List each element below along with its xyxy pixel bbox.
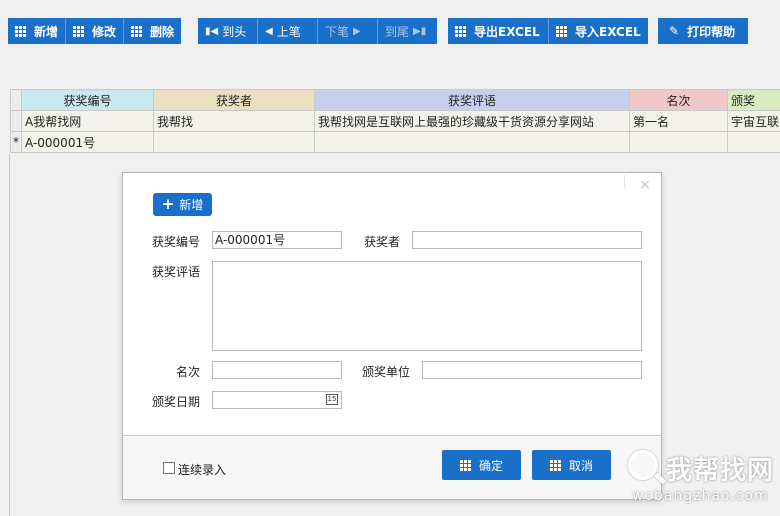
table-row[interactable]: * A-000001号 xyxy=(10,131,780,153)
import-excel-label: 导入EXCEL xyxy=(575,24,641,39)
grid-left-border xyxy=(9,154,10,516)
dialog-add-label: 新增 xyxy=(179,198,204,212)
calendar-icon[interactable]: 15 xyxy=(326,394,338,405)
export-excel-label: 导出EXCEL xyxy=(474,24,540,39)
table-cell[interactable]: A-000001号 xyxy=(21,131,154,153)
column-header-rank[interactable]: 名次 xyxy=(629,89,728,111)
grid-icon xyxy=(549,459,561,471)
winner-label: 获奖者 xyxy=(364,235,401,249)
first-record-button[interactable]: ▮◀ 到头 xyxy=(198,18,258,44)
confirm-label: 确定 xyxy=(478,458,503,473)
edit-button-label: 修改 xyxy=(92,24,117,39)
add-button-label: 新增 xyxy=(34,24,59,39)
next-record-button[interactable]: 下笔 ▶ xyxy=(318,18,378,44)
row-header-corner xyxy=(10,89,22,111)
row-marker xyxy=(10,110,22,132)
edit-dialog: × + 新增 获奖编号 A-000001号 获奖者 获奖评语 名次 颁奖单位 颁… xyxy=(122,172,662,500)
prev-record-label: 上笔 xyxy=(276,24,301,39)
toolbar-excel-group: 导出EXCEL 导入EXCEL xyxy=(448,18,648,44)
prev-record-button[interactable]: ◀ 上笔 xyxy=(258,18,318,44)
next-record-label: 下笔 xyxy=(325,24,350,39)
toolbar-nav-group: ▮◀ 到头 ◀ 上笔 下笔 ▶ 到尾 ▶▮ xyxy=(198,18,437,44)
magnifier-handle xyxy=(653,472,667,485)
date-input[interactable]: 15 xyxy=(212,391,342,409)
comment-label: 获奖评语 xyxy=(152,265,201,279)
confirm-button[interactable]: 确定 xyxy=(442,450,521,480)
grid-icon xyxy=(15,25,26,37)
watermark: 我帮找网 wobangzhao.com xyxy=(624,446,780,516)
table-cell[interactable]: 宇宙互联网 xyxy=(727,110,780,132)
column-header-award-no[interactable]: 获奖编号 xyxy=(21,89,154,111)
grid-icon xyxy=(556,25,567,37)
rank-label: 名次 xyxy=(176,365,201,379)
watermark-title: 我帮找网 xyxy=(666,456,775,486)
print-help-button[interactable]: ✎ 打印帮助 xyxy=(658,18,748,44)
print-help-label: 打印帮助 xyxy=(687,24,736,39)
table-cell[interactable] xyxy=(153,131,315,153)
edit-button[interactable]: 修改 xyxy=(66,18,125,44)
org-input[interactable] xyxy=(422,361,642,379)
next-icon: ▶ xyxy=(353,25,361,37)
column-header-winner[interactable]: 获奖者 xyxy=(153,89,315,111)
close-divider xyxy=(624,175,625,189)
table-cell[interactable]: 我帮找网是互联网上最强的珍藏级干货资源分享网站 xyxy=(314,110,630,132)
org-label: 颁奖单位 xyxy=(362,365,411,379)
first-icon: ▮◀ xyxy=(205,25,219,37)
rank-input[interactable] xyxy=(212,361,342,379)
award-no-input[interactable]: A-000001号 xyxy=(212,231,342,249)
add-button[interactable]: 新增 xyxy=(8,18,67,44)
winner-input[interactable] xyxy=(412,231,642,249)
table-cell[interactable]: 第一名 xyxy=(629,110,728,132)
toolbar-print-group: ✎ 打印帮助 xyxy=(658,18,748,44)
table-cell[interactable] xyxy=(727,131,780,153)
last-record-label: 到尾 xyxy=(385,24,410,39)
prev-icon: ◀ xyxy=(265,25,273,37)
dialog-footer: 连续录入 确定 取消 xyxy=(123,436,661,499)
import-excel-button[interactable]: 导入EXCEL xyxy=(549,18,648,44)
pen-icon: ✎ xyxy=(669,24,680,38)
data-grid: 获奖编号 获奖者 获奖评语 名次 颁奖 A我帮找网 我帮找 我帮找网是互联网上最… xyxy=(10,89,780,153)
table-cell[interactable] xyxy=(314,131,630,153)
cancel-button[interactable]: 取消 xyxy=(532,450,611,480)
last-icon: ▶▮ xyxy=(413,25,427,37)
grid-icon xyxy=(73,25,85,37)
last-record-button[interactable]: 到尾 ▶▮ xyxy=(378,18,437,44)
export-excel-button[interactable]: 导出EXCEL xyxy=(448,18,549,44)
table-row[interactable]: A我帮找网 我帮找 我帮找网是互联网上最强的珍藏级干货资源分享网站 第一名 宇宙… xyxy=(10,110,780,132)
award-no-label: 获奖编号 xyxy=(152,235,201,249)
row-marker: * xyxy=(10,131,22,153)
watermark-url: wobangzhao.com xyxy=(632,488,769,504)
grid-icon xyxy=(455,25,466,37)
grid-icon xyxy=(459,459,471,471)
table-cell[interactable]: A我帮找网 xyxy=(21,110,154,132)
comment-textarea[interactable] xyxy=(212,261,642,351)
continuous-checkbox[interactable] xyxy=(163,462,175,474)
grid-icon xyxy=(131,25,143,37)
plus-icon: + xyxy=(161,195,175,213)
delete-button[interactable]: 删除 xyxy=(124,18,182,44)
toolbar-edit-group: 新增 修改 删除 xyxy=(8,18,182,44)
cancel-label: 取消 xyxy=(568,458,593,473)
close-icon[interactable]: × xyxy=(637,177,653,193)
delete-button-label: 删除 xyxy=(150,24,175,39)
continuous-label[interactable]: 连续录入 xyxy=(178,461,226,478)
first-record-label: 到头 xyxy=(222,24,247,39)
column-header-comment[interactable]: 获奖评语 xyxy=(314,89,630,111)
grid-header-row: 获奖编号 获奖者 获奖评语 名次 颁奖 xyxy=(10,89,780,111)
date-label: 颁奖日期 xyxy=(152,395,201,409)
dialog-add-button[interactable]: + 新增 xyxy=(153,193,212,216)
column-header-org[interactable]: 颁奖 xyxy=(727,89,780,111)
table-cell[interactable]: 我帮找 xyxy=(153,110,315,132)
table-cell[interactable] xyxy=(629,131,728,153)
